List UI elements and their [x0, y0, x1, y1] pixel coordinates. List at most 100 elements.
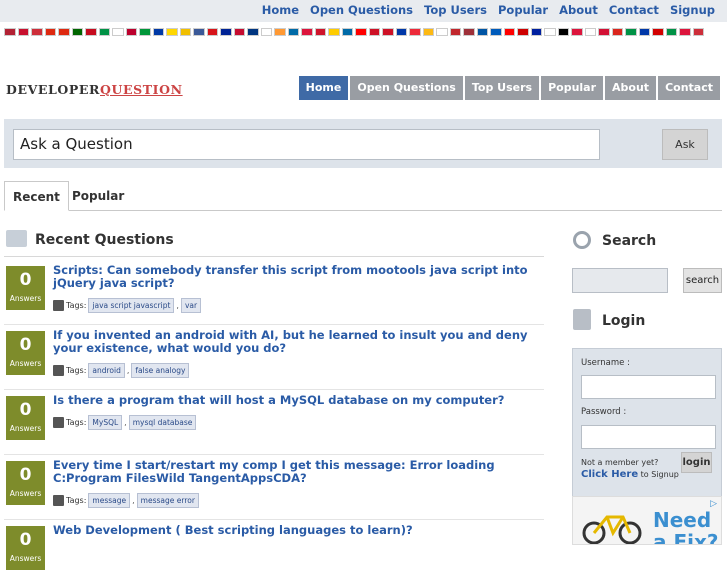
- login-button[interactable]: login: [681, 452, 712, 473]
- flag-icon[interactable]: [355, 28, 367, 36]
- flag-icon[interactable]: [139, 28, 151, 36]
- flag-icon[interactable]: [395, 28, 407, 36]
- flag-icon[interactable]: [584, 28, 596, 36]
- flag-icon[interactable]: [287, 28, 299, 36]
- nav-open-questions[interactable]: Open Questions: [350, 76, 463, 100]
- flag-icon[interactable]: [544, 28, 556, 36]
- flag-icon[interactable]: [206, 28, 218, 36]
- flag-icon[interactable]: [341, 28, 353, 36]
- flag-icon[interactable]: [422, 28, 434, 36]
- flag-icon[interactable]: [598, 28, 610, 36]
- flag-icon[interactable]: [31, 28, 43, 36]
- tag[interactable]: java script javascript: [88, 298, 175, 313]
- question-title[interactable]: Scripts: Can somebody transfer this scri…: [53, 264, 528, 290]
- flag-icon[interactable]: [557, 28, 569, 36]
- question-title[interactable]: Every time I start/restart my comp I get…: [53, 459, 528, 485]
- flag-icon[interactable]: [125, 28, 137, 36]
- flag-icon[interactable]: [611, 28, 623, 36]
- flag-icon[interactable]: [112, 28, 124, 36]
- search-heading: Search: [602, 233, 657, 249]
- ask-question-input[interactable]: Ask a Question: [13, 129, 600, 160]
- tag[interactable]: message error: [136, 493, 199, 508]
- flag-icon[interactable]: [679, 28, 691, 36]
- flag-icon[interactable]: [530, 28, 542, 36]
- flag-icon[interactable]: [274, 28, 286, 36]
- flag-icon[interactable]: [625, 28, 637, 36]
- answer-count-box: 0 Answers: [6, 396, 45, 440]
- top-nav-home[interactable]: Home: [262, 3, 299, 17]
- flag-icon[interactable]: [463, 28, 475, 36]
- flag-icon[interactable]: [449, 28, 461, 36]
- flag-icon[interactable]: [436, 28, 448, 36]
- flag-icon[interactable]: [665, 28, 677, 36]
- question-title[interactable]: If you invented an android with AI, but …: [53, 329, 528, 355]
- pencil-icon: [53, 300, 64, 311]
- flag-icon[interactable]: [193, 28, 205, 36]
- ad-choices-icon[interactable]: ▷: [710, 499, 717, 509]
- flag-icon[interactable]: [638, 28, 650, 36]
- tab-popular[interactable]: Popular: [64, 181, 132, 211]
- flag-icon[interactable]: [220, 28, 232, 36]
- flag-icon[interactable]: [44, 28, 56, 36]
- flag-icon[interactable]: [179, 28, 191, 36]
- flag-icon[interactable]: [98, 28, 110, 36]
- question-tags: Tags: MySQL , mysql database: [53, 415, 197, 430]
- question-item: 0 Answers Every time I start/restart my …: [4, 459, 544, 520]
- nav-contact[interactable]: Contact: [658, 76, 720, 100]
- flag-icon[interactable]: [571, 28, 583, 36]
- flag-icon[interactable]: [71, 28, 83, 36]
- flag-icon[interactable]: [368, 28, 380, 36]
- flag-icon[interactable]: [58, 28, 70, 36]
- flag-icon[interactable]: [260, 28, 272, 36]
- answers-label: Answers: [9, 294, 42, 303]
- nav-top-users[interactable]: Top Users: [464, 76, 540, 100]
- tag[interactable]: android: [88, 363, 125, 378]
- flag-icon[interactable]: [652, 28, 664, 36]
- flag-icon[interactable]: [328, 28, 340, 36]
- nav-popular[interactable]: Popular: [541, 76, 604, 100]
- top-nav-signup[interactable]: Signup: [670, 3, 715, 17]
- flag-icon[interactable]: [382, 28, 394, 36]
- question-title[interactable]: Web Development ( Best scripting languag…: [53, 524, 528, 537]
- flag-icon[interactable]: [409, 28, 421, 36]
- flag-icon[interactable]: [692, 28, 704, 36]
- answer-count: 0: [19, 530, 32, 550]
- username-field[interactable]: [581, 375, 716, 399]
- flag-icon[interactable]: [490, 28, 502, 36]
- flag-icon[interactable]: [517, 28, 529, 36]
- tag[interactable]: message: [88, 493, 131, 508]
- top-nav-contact[interactable]: Contact: [609, 3, 659, 17]
- flag-icon[interactable]: [476, 28, 488, 36]
- flag-icon[interactable]: [314, 28, 326, 36]
- advertisement[interactable]: Need a Fix? ▷: [572, 496, 722, 545]
- question-title[interactable]: Is there a program that will host a MySQ…: [53, 394, 528, 407]
- flag-icon[interactable]: [301, 28, 313, 36]
- flag-icon[interactable]: [503, 28, 515, 36]
- tags-label: Tags:: [66, 301, 87, 310]
- top-nav-about[interactable]: About: [559, 3, 598, 17]
- site-logo[interactable]: DEVELOPERQUESTION: [6, 82, 183, 97]
- sidebar-search-button[interactable]: search: [683, 268, 722, 293]
- flag-icon[interactable]: [85, 28, 97, 36]
- flag-icon[interactable]: [233, 28, 245, 36]
- ask-button[interactable]: Ask: [662, 129, 708, 160]
- password-field[interactable]: [581, 425, 716, 449]
- flag-icon[interactable]: [247, 28, 259, 36]
- tag[interactable]: mysql database: [128, 415, 197, 430]
- flag-icon[interactable]: [152, 28, 164, 36]
- flag-icon[interactable]: [4, 28, 16, 36]
- top-nav-open-questions[interactable]: Open Questions: [310, 3, 413, 17]
- top-nav-popular[interactable]: Popular: [498, 3, 548, 17]
- sidebar-search-input[interactable]: [572, 268, 668, 293]
- click-here-link[interactable]: Click Here: [581, 469, 638, 480]
- tag[interactable]: MySQL: [88, 415, 123, 430]
- flag-icon[interactable]: [166, 28, 178, 36]
- nav-home[interactable]: Home: [298, 76, 349, 100]
- top-nav-top-users[interactable]: Top Users: [424, 3, 487, 17]
- tab-recent[interactable]: Recent: [4, 181, 69, 211]
- tag[interactable]: false analogy: [131, 363, 190, 378]
- flag-icon[interactable]: [17, 28, 29, 36]
- tag[interactable]: var: [180, 298, 202, 313]
- nav-about[interactable]: About: [605, 76, 657, 100]
- answers-label: Answers: [9, 554, 42, 563]
